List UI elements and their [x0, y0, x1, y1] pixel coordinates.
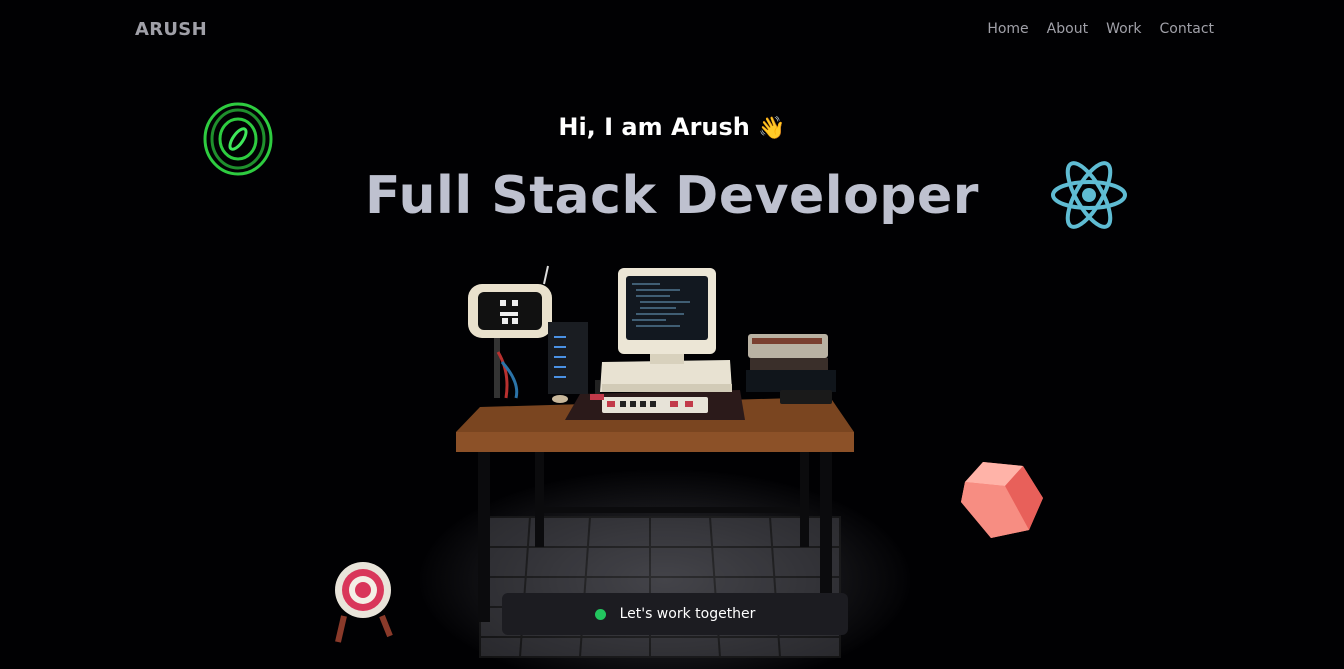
hero-greeting: Hi, I am Arush 👋	[0, 113, 1344, 141]
navbar: ARUSH Home About Work Contact	[0, 0, 1344, 60]
cta-label: Let's work together	[619, 606, 756, 622]
hero-headline: Full Stack Developer	[365, 166, 979, 226]
nav-contact-link[interactable]: Contact	[1160, 21, 1214, 37]
cube-icon	[961, 462, 1043, 538]
status-dot-icon	[594, 608, 606, 620]
nav-work-link[interactable]: Work	[1106, 21, 1141, 37]
floor-glow	[420, 470, 910, 669]
logo[interactable]: ARUSH	[135, 19, 207, 40]
greeting-text: Hi, I am Arush	[558, 113, 750, 141]
wave-emoji: 👋	[758, 116, 786, 141]
nav-links: Home About Work Contact	[987, 21, 1214, 37]
nav-home-link[interactable]: Home	[987, 21, 1028, 37]
hero-scene	[0, 0, 1344, 669]
target-icon	[335, 562, 393, 643]
cta-button[interactable]: Let's work together	[502, 593, 848, 635]
nav-about-link[interactable]: About	[1047, 21, 1088, 37]
